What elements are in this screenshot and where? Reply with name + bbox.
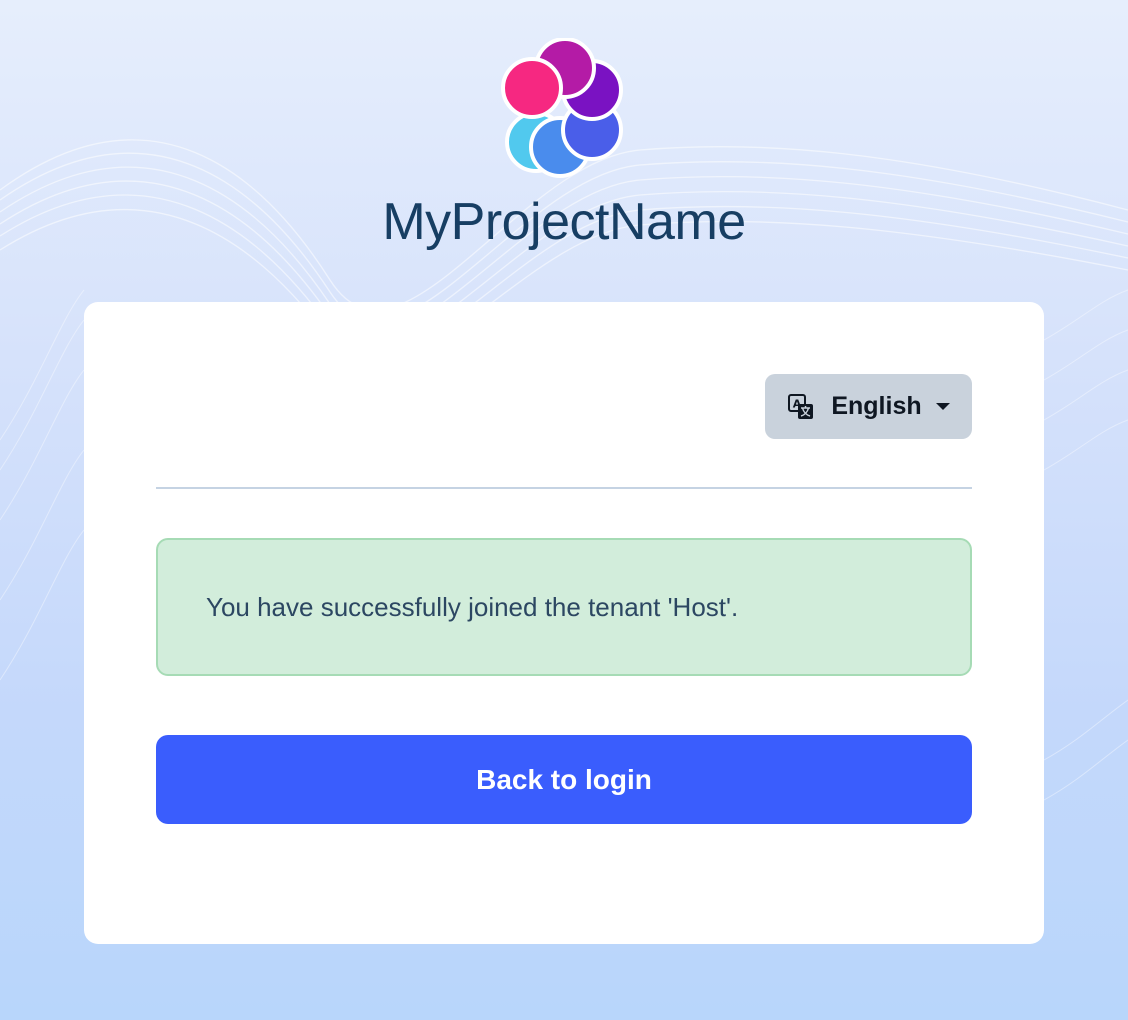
caret-down-icon bbox=[935, 403, 950, 410]
brand-header: MyProjectName bbox=[0, 38, 1128, 252]
divider bbox=[156, 487, 972, 489]
language-label: English bbox=[831, 392, 922, 420]
back-to-login-button[interactable]: Back to login bbox=[156, 735, 972, 824]
main-card: A English You have successfully joined t… bbox=[84, 302, 1044, 944]
success-alert: You have successfully joined the tenant … bbox=[156, 538, 972, 676]
translate-icon: A bbox=[787, 393, 815, 421]
language-dropdown-button[interactable]: A English bbox=[765, 374, 972, 439]
flower-petals-logo-icon bbox=[499, 38, 629, 178]
brand-name: MyProjectName bbox=[382, 193, 746, 251]
alert-message: You have successfully joined the tenant … bbox=[206, 591, 739, 622]
